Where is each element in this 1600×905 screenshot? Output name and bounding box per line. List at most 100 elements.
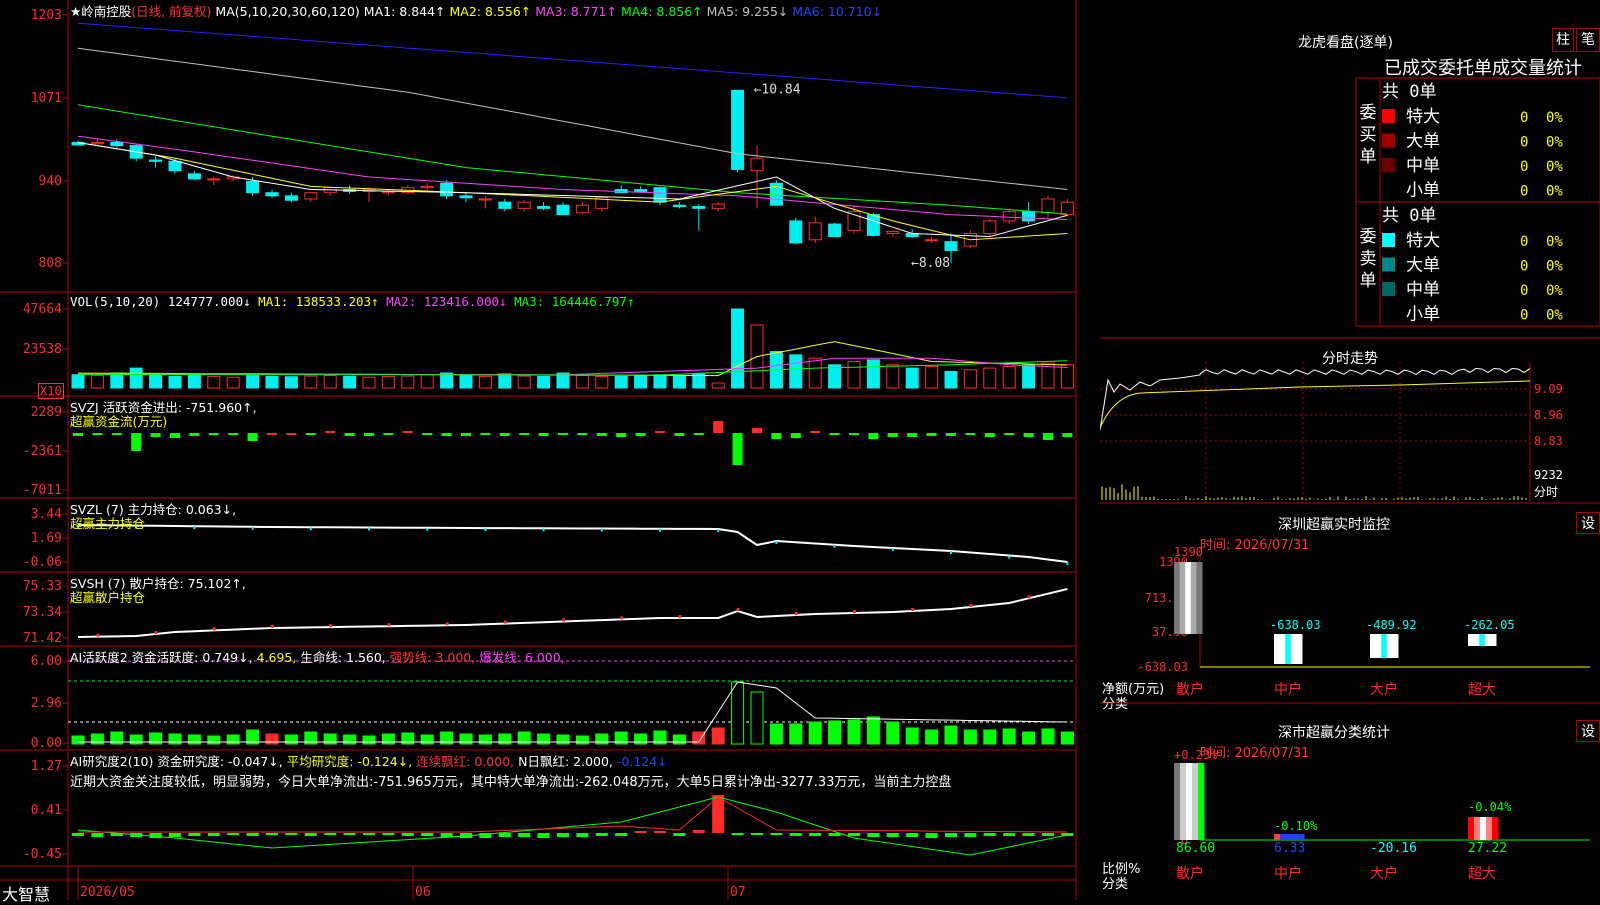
retail-holding-tick xyxy=(853,610,856,613)
money-flow-bar xyxy=(927,433,937,436)
chart-mode[interactable]: (日线, 前复权) xyxy=(131,4,211,19)
volume-bar xyxy=(615,376,627,388)
brand-logo[interactable]: 大智慧 xyxy=(2,881,50,905)
volume-bar xyxy=(518,376,530,388)
ma3-value: MA3: 8.771↑ xyxy=(535,4,617,19)
retail-holding-tick xyxy=(155,631,158,634)
research-bar xyxy=(441,833,453,837)
volume-bar xyxy=(693,374,705,388)
money-flow-bar xyxy=(112,433,122,435)
activity-bar xyxy=(887,722,899,744)
money-flow-bar xyxy=(1043,433,1053,440)
svzl-subtitle: 超赢主力持仓 xyxy=(70,513,145,532)
retail-holding-tick xyxy=(213,627,216,630)
main-force-line xyxy=(78,525,1067,562)
main-force-tick xyxy=(601,529,603,532)
axis-tick-label: 1.69 xyxy=(31,531,62,546)
research-bar xyxy=(382,833,394,835)
money-flow-bar xyxy=(655,431,665,433)
research-bar xyxy=(538,833,550,838)
research-bar xyxy=(247,833,259,836)
axis-tick-label: -0.45 xyxy=(23,847,62,862)
main-force-tick xyxy=(1066,562,1068,565)
sz-monitor-settings-button[interactable]: 设 xyxy=(1576,512,1600,534)
research-bar xyxy=(809,833,821,836)
candle-body xyxy=(673,205,685,206)
research-bar xyxy=(770,833,782,835)
research-bar xyxy=(344,833,356,835)
main-force-tick xyxy=(775,541,777,544)
money-flow-bar xyxy=(1024,433,1034,437)
volume-bar xyxy=(926,366,938,388)
main-force-tick xyxy=(252,527,254,530)
sz-monitor-time: 时间: 2026/07/31 xyxy=(1200,534,1309,553)
activity-bar xyxy=(945,726,957,744)
ma2-value: MA2: 8.556↑ xyxy=(450,4,532,19)
fenshi-panel[interactable]: 分时走势 xyxy=(1100,345,1600,510)
ai1-v2: 4.695, xyxy=(257,650,297,665)
research-bar xyxy=(867,833,879,837)
money-flow-bar xyxy=(364,433,374,436)
research-bar xyxy=(305,833,317,836)
research-bar xyxy=(693,830,705,833)
main-force-tick xyxy=(310,527,312,530)
candle-body xyxy=(809,223,821,240)
activity-bar xyxy=(984,730,996,744)
activity-bar xyxy=(421,735,433,744)
axis-tick-label: -0.06 xyxy=(23,555,62,570)
axis-tick-label: 1203 xyxy=(31,8,62,23)
volume-bar xyxy=(130,368,142,388)
research-bar xyxy=(188,833,200,836)
axis-tick-label: 3.44 xyxy=(31,507,62,522)
money-flow-bar xyxy=(907,433,917,437)
date-axis-label: 07 xyxy=(730,885,746,900)
retail-holding-tick xyxy=(737,608,740,611)
money-flow-bar xyxy=(151,433,161,437)
sz-stat-settings-button[interactable]: 设 xyxy=(1576,720,1600,742)
axis-tick-label: -7011 xyxy=(23,483,62,498)
research-bar xyxy=(906,833,918,837)
research-bar xyxy=(421,833,433,836)
money-flow-bar xyxy=(442,433,452,436)
volume-bar xyxy=(227,377,239,388)
svzl-panel xyxy=(77,525,1068,565)
money-flow-bar xyxy=(791,433,801,438)
date-axis-label: 2026/05 xyxy=(80,885,135,900)
money-flow-bar xyxy=(500,433,510,436)
candle-body xyxy=(829,224,841,237)
ma6-line xyxy=(78,23,1067,98)
money-flow-bar xyxy=(345,433,355,436)
candle-body xyxy=(305,193,317,199)
volume-bar xyxy=(266,376,278,388)
activity-bar xyxy=(964,730,976,744)
money-flow-bar xyxy=(170,433,180,438)
candle-body xyxy=(887,232,899,234)
volume-bar xyxy=(285,377,297,388)
vol-ma2-line xyxy=(78,358,1067,375)
candle-body xyxy=(751,158,763,171)
money-flow-bar xyxy=(286,433,296,435)
activity-bar xyxy=(1023,732,1035,744)
candle-body xyxy=(441,183,453,196)
axis-tick-label: 0.41 xyxy=(31,803,62,818)
bar-mode-button[interactable]: 柱 xyxy=(1552,28,1574,52)
ai2-v2: 平均研究度: -0.124↓, xyxy=(287,754,412,769)
candle-body xyxy=(208,179,220,180)
money-flow-bar xyxy=(209,433,219,435)
money-flow-bar xyxy=(810,431,820,433)
volume-bar xyxy=(111,373,123,388)
ai1-v4: 强势线: 3.000, xyxy=(390,650,475,665)
ai-research-panel xyxy=(72,795,1073,855)
activity-bar xyxy=(1003,729,1015,744)
main-force-tick xyxy=(484,528,486,531)
activity-bar xyxy=(712,728,724,744)
stock-name[interactable]: ★岭南控股 xyxy=(70,4,131,19)
main-force-tick xyxy=(892,548,894,551)
main-force-tick xyxy=(193,526,195,529)
candle-body xyxy=(1023,212,1035,221)
tick-mode-button[interactable]: 笔 xyxy=(1576,28,1600,52)
money-flow-bar xyxy=(577,433,587,435)
volume-bar xyxy=(712,383,724,388)
money-flow-bar xyxy=(946,433,956,436)
money-flow-bar xyxy=(73,433,83,436)
